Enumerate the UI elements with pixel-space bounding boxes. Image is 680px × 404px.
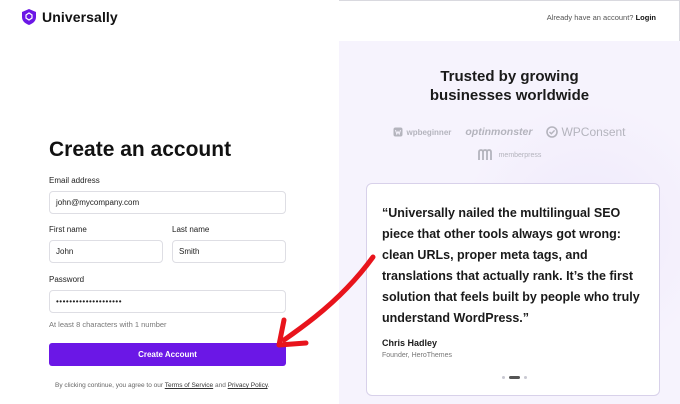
login-link[interactable]: Login — [636, 13, 656, 22]
customer-logos-row2: memberpress — [339, 149, 680, 161]
last-name-label: Last name — [172, 225, 210, 234]
wpbeginner-text: wpbeginner — [406, 127, 452, 137]
testimonial-card: “Universally nailed the multilingual SEO… — [366, 183, 660, 396]
legal-notice: By clicking continue, you agree to our T… — [55, 382, 269, 389]
customer-logos: wpbeginner optinmonster WPConsent — [339, 125, 680, 139]
testimonial-author: Chris Hadley — [382, 338, 438, 348]
testimonial-quote: “Universally nailed the multilingual SEO… — [382, 206, 640, 325]
memberpress-logo: memberpress — [477, 149, 542, 161]
first-name-label: First name — [49, 225, 87, 234]
promo-heading-line2: businesses worldwide — [429, 87, 590, 104]
email-label: Email address — [49, 176, 100, 185]
top-bar: Already have an account? Login — [0, 0, 680, 41]
wpconsent-logo: WPConsent — [546, 125, 626, 139]
create-account-button[interactable]: Create Account — [49, 343, 286, 366]
password-label: Password — [49, 275, 85, 284]
last-name-field[interactable]: Smith — [172, 240, 286, 263]
legal-prefix: By clicking continue, you agree to our — [55, 382, 164, 389]
password-field[interactable]: •••••••••••••••••••• — [49, 290, 286, 313]
signin-prompt: Already have an account? Login — [547, 13, 656, 22]
wpbeginner-logo: wpbeginner — [393, 127, 451, 137]
terms-link[interactable]: Terms of Service — [165, 382, 213, 389]
password-hint: At least 8 characters with 1 number — [49, 320, 167, 329]
legal-suffix: . — [267, 382, 270, 389]
carousel-dot-active[interactable] — [508, 376, 520, 379]
promo-heading: Trusted by growing businesses worldwide — [339, 67, 680, 105]
wpbeginner-icon — [393, 127, 403, 137]
wpconsent-icon — [546, 126, 559, 138]
privacy-link[interactable]: Privacy Policy — [228, 382, 268, 389]
memberpress-text: memberpress — [498, 151, 542, 159]
page-title: Create an account — [49, 138, 232, 161]
promo-panel: Trusted by growing businesses worldwide … — [339, 41, 680, 404]
wpconsent-text: WPConsent — [561, 125, 626, 139]
testimonial-role: Founder, HeroThemes — [382, 352, 453, 359]
carousel-dot[interactable] — [523, 376, 527, 379]
optinmonster-text: optinmonster — [465, 126, 533, 138]
signup-panel: Universally Create an account Email addr… — [0, 0, 339, 404]
legal-and: and — [214, 382, 226, 389]
optinmonster-logo: optinmonster — [465, 126, 532, 138]
first-name-field[interactable]: John — [49, 240, 163, 263]
signin-text: Already have an account? — [546, 13, 634, 22]
promo-heading-line1: Trusted by growing — [440, 68, 579, 85]
carousel-dot[interactable] — [501, 376, 505, 379]
carousel-indicators — [367, 376, 661, 379]
email-field[interactable]: john@mycompany.com — [49, 191, 286, 214]
memberpress-icon — [477, 149, 492, 160]
